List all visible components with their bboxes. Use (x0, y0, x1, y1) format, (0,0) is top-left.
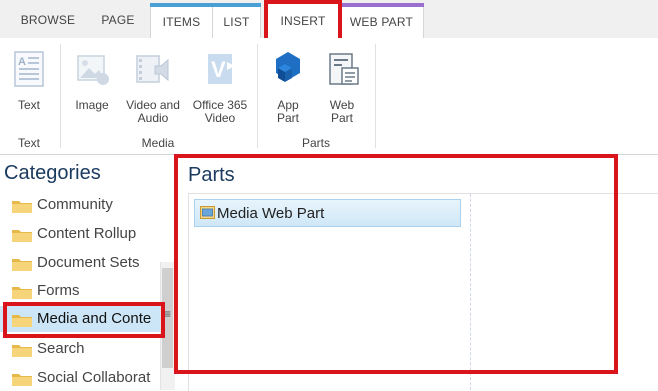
web-part-button[interactable]: Web Part (320, 48, 364, 125)
highlight-insert-tab (264, 0, 342, 42)
svg-text:A: A (18, 56, 26, 68)
folder-icon (12, 287, 32, 299)
app-part-button[interactable]: App Part (266, 48, 310, 125)
folder-icon (12, 345, 32, 357)
web-part-icon (329, 53, 359, 85)
image-button[interactable]: Image (70, 48, 114, 112)
group-divider (375, 44, 376, 148)
category-label: Community (37, 196, 113, 213)
category-label: Social Collaborat (37, 369, 151, 386)
video-audio-icon (136, 55, 169, 83)
tab-list[interactable]: LIST (213, 7, 261, 38)
office365-video-icon: V (208, 54, 235, 84)
web-part-label-2: Part (330, 111, 353, 125)
folder-icon (12, 374, 32, 386)
group-media-label: Media (141, 136, 175, 150)
text-button[interactable]: A Text (8, 48, 50, 112)
group-divider (60, 44, 61, 148)
svg-text:V: V (211, 57, 226, 82)
category-search[interactable]: Search (0, 336, 160, 362)
folder-icon (12, 259, 32, 271)
category-label: Document Sets (37, 254, 140, 271)
folder-icon (12, 230, 32, 242)
category-label: Content Rollup (37, 225, 137, 242)
highlight-parts-panel (174, 154, 618, 374)
group-divider (257, 44, 258, 148)
category-forms[interactable]: Forms (0, 278, 160, 304)
tab-page[interactable]: PAGE (86, 0, 150, 38)
category-community[interactable]: Community (0, 192, 160, 218)
image-button-label: Image (75, 98, 109, 112)
image-icon (77, 55, 109, 85)
tab-browse[interactable]: BROWSE (10, 0, 86, 38)
categories-list: Community Content Rollup Document Sets F… (0, 192, 174, 390)
video-audio-button[interactable]: Video and Audio (120, 48, 186, 125)
video-audio-label-2: Audio (137, 111, 169, 125)
folder-icon (12, 201, 32, 213)
office365-video-button[interactable]: V Office 365 Video (188, 48, 252, 125)
app-part-icon (276, 52, 300, 82)
ribbon: A Text Text Image Video and Audio V Offi… (0, 38, 658, 155)
categories-heading: Categories (4, 162, 101, 184)
group-text-label: Text (17, 136, 40, 150)
category-social-collaboration[interactable]: Social Collaborat (0, 365, 160, 390)
office365-video-label-2: Video (204, 111, 236, 125)
text-button-label: Text (17, 98, 40, 112)
category-content-rollup[interactable]: Content Rollup (0, 221, 160, 247)
text-icon: A (14, 51, 44, 87)
category-document-sets[interactable]: Document Sets (0, 250, 160, 276)
tab-web-part[interactable]: WEB PART (339, 7, 424, 38)
tab-items[interactable]: ITEMS (150, 7, 213, 38)
app-part-label-2: Part (276, 111, 299, 125)
group-parts-label: Parts (301, 136, 330, 150)
highlight-selected-category (3, 302, 165, 338)
category-label: Search (37, 340, 85, 357)
category-label: Forms (37, 282, 80, 299)
